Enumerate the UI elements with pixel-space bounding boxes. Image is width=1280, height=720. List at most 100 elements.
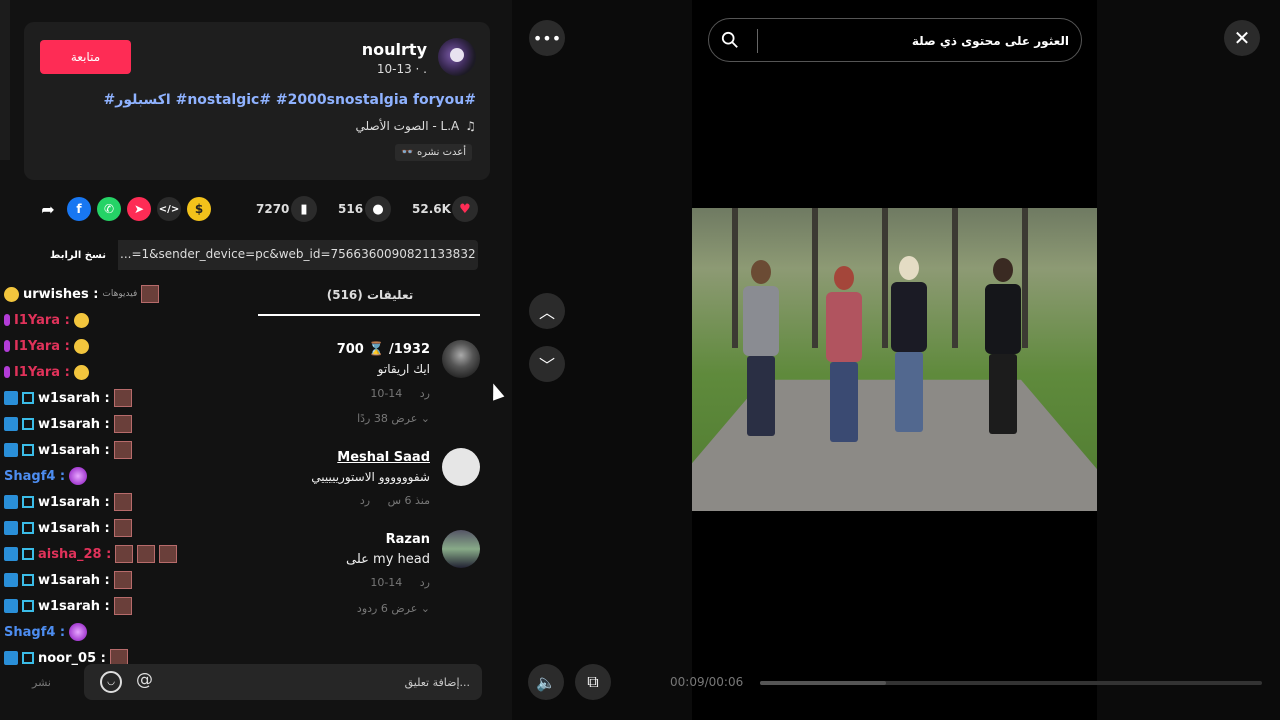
level-badge-icon — [4, 521, 18, 535]
level-badge-icon — [4, 651, 18, 665]
tree — [1022, 208, 1028, 348]
music-note-icon: ♫ — [465, 119, 476, 133]
level-badge-icon — [4, 573, 18, 587]
comment-author[interactable]: Razan — [386, 532, 430, 547]
share-arrow-icon[interactable]: ➦ — [36, 197, 60, 221]
video-stage[interactable] — [692, 0, 1097, 720]
follow-button[interactable]: متابعة — [40, 40, 131, 74]
post-comment-label[interactable]: نشر — [32, 676, 51, 689]
post-detail-panel: متابعة noulrty 10-13 · . #اكسبلور #nosta… — [0, 0, 512, 720]
chat-message: aisha_28 : — [4, 544, 178, 564]
chat-username[interactable]: w1sarah : — [38, 599, 110, 614]
reply-link[interactable]: رد — [420, 387, 430, 400]
chat-username[interactable]: aisha_28 : — [38, 547, 111, 562]
view-replies-link[interactable]: عرض 6 ردود ⌄ — [357, 602, 430, 615]
author-username[interactable]: noulrty — [362, 40, 427, 59]
member-badge-icon — [22, 392, 34, 404]
level-badge-icon — [4, 443, 18, 457]
likes-count: 52.6K — [412, 202, 451, 216]
reply-link[interactable]: رد — [420, 576, 430, 589]
chat-message: w1sarah : — [4, 414, 132, 434]
comment-date: 10-14 — [370, 576, 403, 589]
mention-icon[interactable]: @ — [136, 670, 153, 690]
mic-icon — [4, 366, 10, 378]
chat-message: I1Yara : — [4, 336, 89, 356]
view-replies-label: عرض 38 ردًا — [357, 412, 418, 425]
comment-date: منذ 6 س — [387, 494, 430, 507]
search-input[interactable] — [765, 29, 1069, 53]
comment-text: على my head — [346, 552, 430, 567]
telegram-icon[interactable]: ➤ — [127, 197, 151, 221]
comment-avatar[interactable] — [442, 448, 480, 486]
chat-username[interactable]: I1Yara : — [14, 313, 70, 328]
comment-icon[interactable]: ● — [365, 196, 391, 222]
emoji-icon[interactable]: ◡ — [100, 671, 122, 693]
video-progress-bar[interactable] — [760, 681, 1262, 685]
chat-username[interactable]: urwishes : — [23, 287, 98, 302]
post-caption[interactable]: #اكسبلور #nostalgic# #2000snostalgia for… — [104, 92, 476, 108]
chat-message: w1sarah : — [4, 518, 132, 538]
sticker-icon — [141, 285, 160, 303]
comment-author[interactable]: Meshal Saad — [337, 450, 430, 465]
comment-author[interactable]: 700 ⌛ /1932 — [337, 342, 430, 357]
volume-icon[interactable]: 🔈 — [528, 664, 564, 700]
member-badge-icon — [22, 574, 34, 586]
chat-message: w1sarah : — [4, 596, 132, 616]
related-search-box[interactable] — [708, 18, 1082, 62]
search-icon[interactable] — [721, 31, 739, 49]
video-frame[interactable] — [692, 208, 1097, 511]
facebook-icon[interactable]: f — [67, 197, 91, 221]
level-badge-icon — [4, 599, 18, 613]
copy-link-button[interactable]: نسخ الرابط — [38, 240, 118, 270]
mic-icon — [4, 340, 10, 352]
scroll-strip[interactable] — [0, 0, 10, 160]
sticker-icon — [159, 545, 178, 563]
sound-name: الصوت الأصلي - L.A — [355, 119, 460, 133]
chat-username[interactable]: w1sarah : — [38, 391, 110, 406]
heart-icon[interactable]: ♥ — [452, 196, 478, 222]
chat-username[interactable]: I1Yara : — [14, 365, 70, 380]
chevron-down-icon[interactable]: ﹀ — [529, 346, 565, 382]
level-badge-icon — [4, 417, 18, 431]
reply-link[interactable]: رد — [360, 494, 370, 507]
sticker-icon — [113, 597, 132, 615]
mic-icon — [4, 314, 10, 326]
chat-username[interactable]: Shagf4 : — [4, 469, 65, 484]
smile-emoji-icon — [73, 364, 89, 380]
view-replies-link[interactable]: عرض 38 ردًا ⌄ — [357, 412, 430, 425]
author-card: متابعة noulrty 10-13 · . #اكسبلور #nosta… — [24, 22, 490, 180]
more-options-icon[interactable]: ••• — [529, 20, 565, 56]
chat-username[interactable]: w1sarah : — [38, 495, 110, 510]
share-link-url[interactable]: ...=1&sender_device=pc&web_id=7566360090… — [120, 247, 476, 261]
chevron-up-icon[interactable]: ︿ — [529, 293, 565, 329]
comment-meta: 10-14 رد — [370, 387, 430, 400]
sticker-icon — [113, 571, 132, 589]
member-badge-icon — [22, 652, 34, 664]
chat-username[interactable]: w1sarah : — [38, 417, 110, 432]
smile-emoji-icon — [73, 338, 89, 354]
comment-avatar[interactable] — [442, 530, 480, 568]
sound-row[interactable]: الصوت الأصلي - L.A ♫ — [356, 119, 477, 133]
chat-username[interactable]: w1sarah : — [38, 573, 110, 588]
bookmark-icon[interactable]: ▮ — [291, 196, 317, 222]
tree — [812, 208, 818, 348]
comment-input[interactable] — [210, 672, 470, 692]
chat-message: Shagf4 : — [4, 466, 88, 486]
close-icon[interactable]: ✕ — [1224, 20, 1260, 56]
chat-username[interactable]: w1sarah : — [38, 443, 110, 458]
chat-username[interactable]: Shagf4 : — [4, 625, 65, 640]
embed-icon[interactable]: </> — [157, 197, 181, 221]
chat-username[interactable]: I1Yara : — [14, 339, 70, 354]
comment-text: شفوووووو الاستوريييييي — [311, 470, 430, 484]
whatsapp-icon[interactable]: ✆ — [97, 197, 121, 221]
sticker-icon — [113, 389, 132, 407]
author-avatar[interactable] — [438, 38, 476, 76]
picture-in-picture-icon[interactable]: ⧉ — [575, 664, 611, 700]
level-badge-icon — [4, 547, 18, 561]
chat-username[interactable]: w1sarah : — [38, 521, 110, 536]
coin-icon[interactable]: $ — [187, 197, 211, 221]
mouse-cursor — [487, 381, 505, 401]
comment-meta: 10-14 رد — [370, 576, 430, 589]
sticker-icon — [137, 545, 156, 563]
comment-avatar[interactable] — [442, 340, 480, 378]
